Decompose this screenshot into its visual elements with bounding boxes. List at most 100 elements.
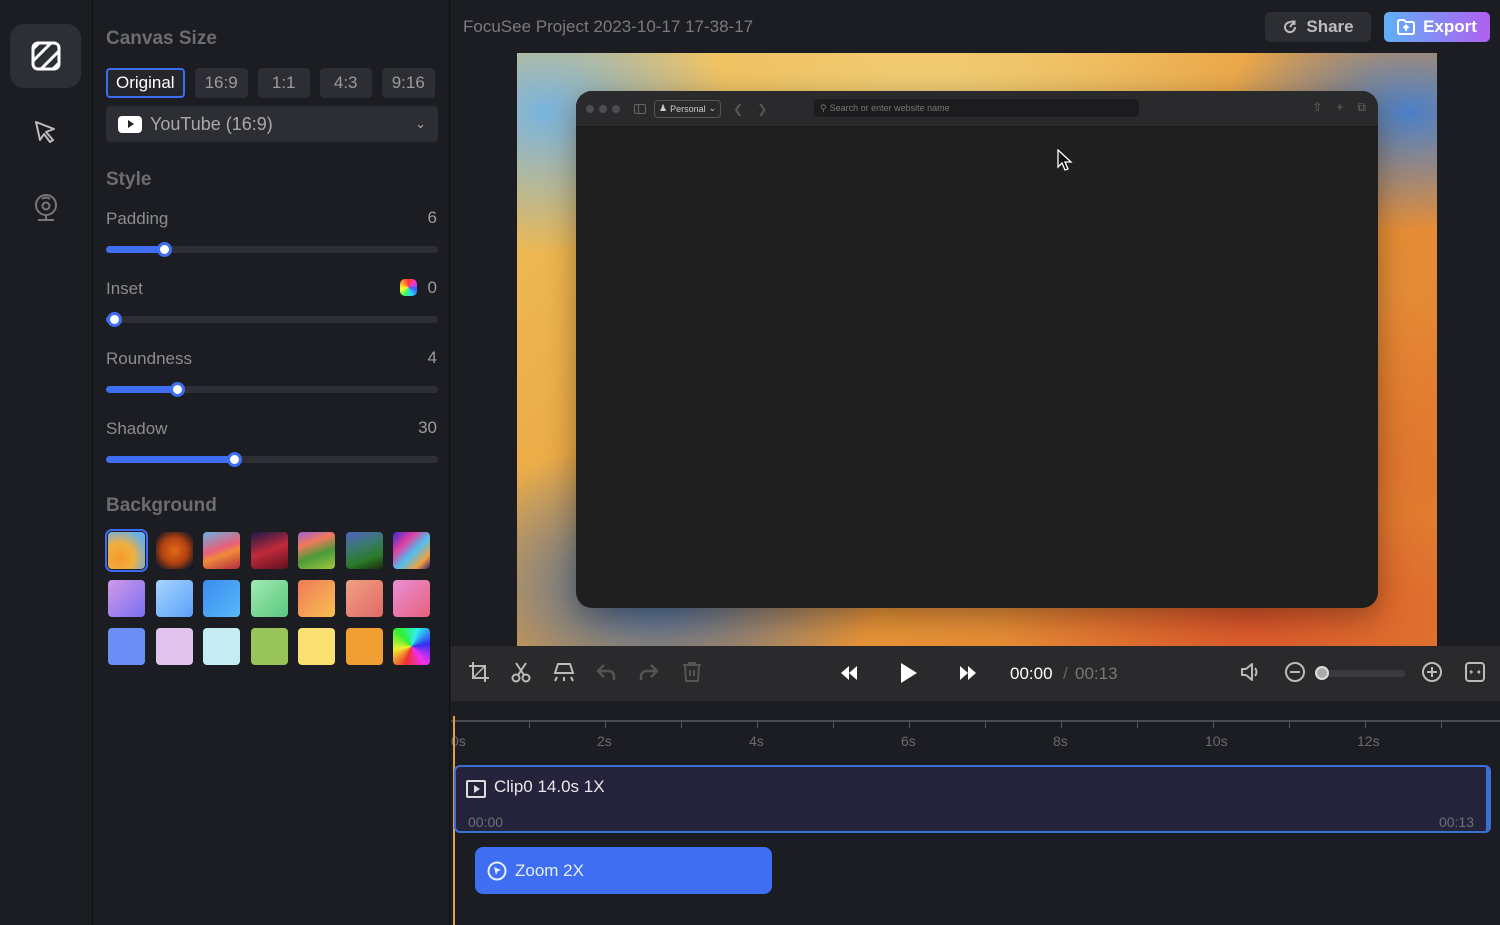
- ruler-tick-label: 10s: [1205, 733, 1228, 749]
- ruler-tick-label: 4s: [749, 733, 764, 749]
- zoom-effect-label: Zoom 2X: [515, 860, 584, 880]
- rail-background-style-button[interactable]: [10, 24, 81, 88]
- background-swatch-solid-olive-green[interactable]: [250, 628, 288, 665]
- slider-thumb[interactable]: [157, 242, 173, 257]
- rail-cursor-button[interactable]: [10, 100, 81, 164]
- forward-icon: ❯: [757, 101, 768, 116]
- slider-thumb[interactable]: [226, 452, 242, 467]
- slider-thumb[interactable]: [1315, 666, 1329, 680]
- rewind-icon[interactable]: [839, 664, 859, 682]
- rail-camera-button[interactable]: [10, 176, 81, 240]
- slider-thumb[interactable]: [170, 382, 186, 397]
- background-swatch-solid-lavender[interactable]: [155, 628, 193, 665]
- clip-title: Clip0 14.0s 1X: [494, 777, 605, 796]
- platform-preset-dropdown[interactable]: YouTube (16:9) ⌄: [106, 106, 438, 142]
- zoom-out-icon[interactable]: [1284, 661, 1306, 683]
- play-icon[interactable]: [899, 662, 919, 684]
- zoom-in-icon[interactable]: [1421, 661, 1443, 683]
- ratio-16-9-button[interactable]: 16:9: [194, 68, 248, 98]
- timeline-ruler[interactable]: 0s 2s 4s 6s 8s 10s 12s: [451, 718, 1500, 758]
- profile-label: Personal: [670, 103, 706, 114]
- project-title: FocuSee Project 2023-10-17 17-38-17: [463, 17, 754, 36]
- ratio-original-button[interactable]: Original: [106, 68, 185, 98]
- crop-icon[interactable]: [468, 661, 490, 683]
- time-separator: /: [1063, 664, 1068, 683]
- inset-slider[interactable]: [106, 312, 438, 327]
- total-time: 00:13: [1075, 664, 1118, 683]
- slider-fill: [106, 456, 234, 463]
- ruler-tick: [529, 720, 530, 728]
- canvas-size-title: Canvas Size: [106, 28, 217, 49]
- background-swatch-bigsur-dark[interactable]: [250, 532, 288, 569]
- share-icon: [1284, 20, 1297, 34]
- video-clip[interactable]: Clip0 14.0s 1X 00:00 00:13: [454, 765, 1491, 833]
- playback-toolbar: 00:00 / 00:13: [451, 646, 1500, 701]
- browser-actions: ⇧ + ⧉: [1312, 100, 1366, 115]
- background-swatch-ventura-light[interactable]: [105, 529, 148, 572]
- background-swatch-bigsur-light[interactable]: [203, 532, 240, 569]
- background-swatch-ventura-dark[interactable]: [155, 532, 193, 569]
- color-picker-icon[interactable]: [400, 279, 417, 296]
- background-swatch-solid-yellow[interactable]: [298, 628, 335, 665]
- background-swatch-salmon-gradient[interactable]: [345, 580, 383, 617]
- ruler-tick-label: 2s: [597, 733, 612, 749]
- background-swatch-purple-gradient[interactable]: [108, 580, 145, 617]
- shadow-value: 30: [418, 418, 437, 437]
- canvas-preview[interactable]: ♟ Personal ⌄ ❮ ❯ ⚲ Search or enter websi…: [517, 53, 1437, 646]
- shadow-label: Shadow: [106, 419, 168, 438]
- padding-label: Padding: [106, 209, 169, 228]
- slider-fill: [106, 386, 178, 393]
- back-icon: ❮: [733, 101, 744, 116]
- ratio-1-1-button[interactable]: 1:1: [257, 68, 310, 98]
- settings-panel: Canvas Size Original 16:9 1:1 4:3 9:16 Y…: [94, 0, 450, 925]
- ruler-tick: [1289, 720, 1290, 728]
- export-button[interactable]: Export: [1384, 12, 1490, 42]
- striped-square-icon: [31, 41, 60, 71]
- padding-value: 6: [427, 208, 437, 227]
- trash-icon[interactable]: [681, 661, 703, 683]
- undo-icon[interactable]: [595, 661, 617, 683]
- scissors-icon[interactable]: [510, 661, 532, 683]
- timeline-zoom-slider[interactable]: [1315, 666, 1405, 680]
- ruler-tick: [1061, 720, 1062, 728]
- style-title: Style: [106, 169, 152, 190]
- ruler-tick: [1365, 720, 1366, 728]
- background-swatch-sonoma-dark[interactable]: [345, 532, 383, 569]
- redo-icon[interactable]: [638, 661, 660, 683]
- background-swatch-sky-gradient[interactable]: [155, 580, 193, 617]
- padding-slider[interactable]: [106, 242, 438, 257]
- ruler-tick: [1441, 720, 1442, 728]
- address-bar: ⚲ Search or enter website name: [814, 99, 1139, 117]
- background-swatch-orange-gradient[interactable]: [298, 580, 335, 617]
- background-swatch-abstract-waves[interactable]: [393, 532, 430, 569]
- fast-forward-icon[interactable]: [958, 664, 978, 682]
- background-swatch-rainbow-conic[interactable]: [393, 628, 430, 665]
- export-label: Export: [1423, 17, 1477, 36]
- background-swatch-sonoma-light[interactable]: [298, 532, 335, 569]
- background-swatch-solid-blue[interactable]: [108, 628, 145, 665]
- ratio-9-16-button[interactable]: 9:16: [381, 68, 435, 98]
- ruler-tick: [1213, 720, 1214, 728]
- volume-icon[interactable]: [1240, 661, 1262, 683]
- roundness-slider[interactable]: [106, 382, 438, 397]
- fit-timeline-icon[interactable]: [1464, 661, 1486, 683]
- ruler-tick-label: 6s: [901, 733, 916, 749]
- slider-thumb[interactable]: [107, 312, 122, 327]
- zoom-effect-block[interactable]: Zoom 2X: [475, 847, 772, 894]
- background-swatch-solid-light-cyan[interactable]: [203, 628, 240, 665]
- ruler-tick-label: 12s: [1357, 733, 1380, 749]
- ruler-tick: [605, 720, 606, 728]
- background-swatch-solid-orange[interactable]: [345, 628, 383, 665]
- background-swatch-pink-gradient[interactable]: [393, 580, 430, 617]
- ruler-tick: [757, 720, 758, 728]
- cursor-arrow-icon: [34, 121, 55, 143]
- ratio-4-3-button[interactable]: 4:3: [319, 68, 372, 98]
- ruler-tick: [1137, 720, 1138, 728]
- background-swatch-mint-gradient[interactable]: [250, 580, 288, 617]
- new-tab-icon: +: [1336, 100, 1344, 114]
- background-swatch-blue-gradient[interactable]: [203, 580, 240, 617]
- spotlight-icon[interactable]: [553, 661, 575, 683]
- shadow-slider[interactable]: [106, 452, 438, 467]
- share-button[interactable]: Share: [1265, 12, 1371, 42]
- zoom-cursor-icon: [487, 861, 507, 880]
